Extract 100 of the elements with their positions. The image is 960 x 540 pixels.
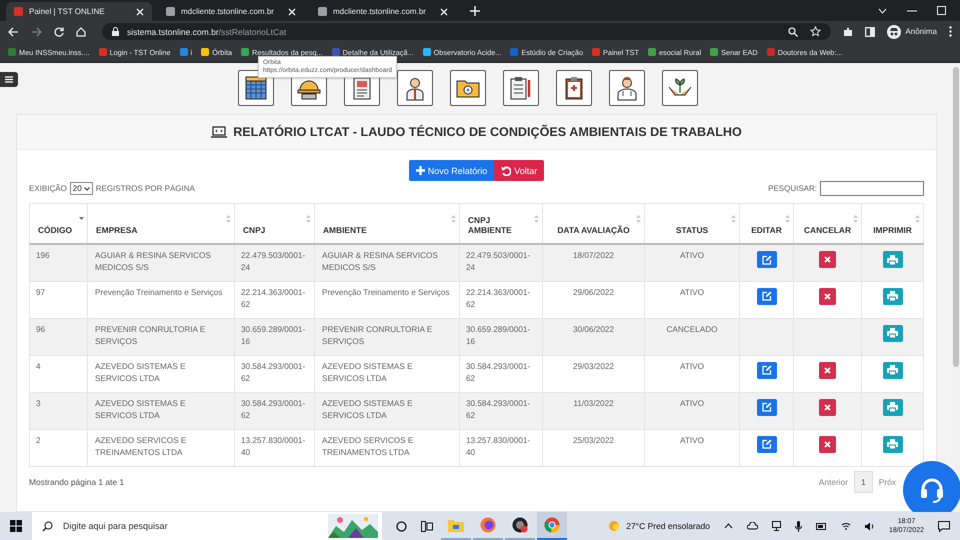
- close-icon[interactable]: [288, 8, 296, 16]
- start-icon[interactable]: [10, 520, 22, 532]
- edit-icon: [762, 439, 772, 449]
- minimize-icon[interactable]: [907, 10, 917, 12]
- close-icon: [824, 440, 831, 448]
- caret-icon: [84, 186, 90, 190]
- side-panel-icon[interactable]: [865, 26, 876, 36]
- battery-icon[interactable]: [816, 522, 827, 530]
- page-size-label: REGISTROS POR PÁGINA: [96, 184, 195, 193]
- close-icon[interactable]: [440, 8, 448, 16]
- reload-icon[interactable]: [54, 26, 64, 36]
- address-field[interactable]: sistema.tstonline.com.br/sstRelatorioLtCat: [102, 23, 832, 40]
- cnpj-cell: 30.584.293/0001-62: [241, 362, 306, 382]
- zoom-icon[interactable]: [788, 26, 798, 36]
- notification-icon[interactable]: [938, 520, 950, 532]
- forward-icon[interactable]: [31, 26, 42, 36]
- edit-button[interactable]: [756, 398, 776, 416]
- column-header[interactable]: EMPRESA: [96, 224, 138, 234]
- chrome-icon: [544, 517, 560, 533]
- printer-icon: [887, 402, 898, 412]
- puzzle-icon[interactable]: [843, 26, 854, 36]
- back-icon[interactable]: [8, 26, 19, 36]
- incognito-icon[interactable]: [887, 24, 902, 38]
- chevron-down-icon[interactable]: [878, 8, 887, 14]
- browser-tab[interactable]: Painel | TST ONLINE: [6, 2, 152, 21]
- doctor-button[interactable]: [608, 70, 644, 106]
- print-button[interactable]: [882, 436, 902, 452]
- cancel-button[interactable]: [819, 362, 836, 378]
- close-icon: [824, 366, 831, 374]
- cancel-button[interactable]: [819, 288, 836, 304]
- edit-button[interactable]: [756, 362, 776, 378]
- edit-button[interactable]: [756, 251, 776, 268]
- back-button[interactable]: Voltar: [494, 160, 544, 181]
- cnpj-cell: 13.257.830/0001-40: [241, 436, 306, 456]
- cancel-button[interactable]: [819, 436, 836, 452]
- firefox-icon: [480, 517, 496, 533]
- checklist-button[interactable]: [502, 70, 538, 106]
- taskbar-search-field[interactable]: Digite aqui para pesquisar: [32, 512, 382, 540]
- scrollbar-thumb[interactable]: [952, 67, 958, 367]
- edit-button[interactable]: [756, 436, 776, 452]
- cancel-button[interactable]: [819, 398, 836, 416]
- cortana-icon[interactable]: [396, 520, 407, 532]
- edit-icon: [762, 402, 772, 412]
- browser-tab[interactable]: mdcliente.tstonline.com.br: [158, 2, 304, 21]
- task-view-icon[interactable]: [421, 520, 433, 532]
- weather-label[interactable]: 27°C Pred ensolarado: [626, 521, 710, 531]
- column-header[interactable]: CANCELAR: [802, 224, 853, 234]
- plant-button[interactable]: [662, 70, 698, 106]
- page-link[interactable]: 1: [854, 470, 873, 492]
- print-button[interactable]: [882, 362, 902, 378]
- printer-icon: [887, 291, 898, 301]
- status-cell: CANCELADO: [666, 324, 718, 334]
- print-button[interactable]: [882, 324, 902, 342]
- column-header[interactable]: CÓDIGO: [38, 224, 72, 234]
- edit-button[interactable]: [756, 288, 776, 304]
- wifi-icon[interactable]: [840, 522, 851, 530]
- folder-button[interactable]: [450, 70, 486, 106]
- new-tab-icon[interactable]: [470, 6, 480, 16]
- code-cell: 96: [36, 324, 46, 334]
- lock-icon[interactable]: [112, 27, 119, 36]
- close-icon[interactable]: [136, 8, 144, 16]
- microphone-icon[interactable]: [794, 520, 802, 532]
- print-button[interactable]: [882, 251, 902, 268]
- page-link[interactable]: Anterior: [812, 472, 854, 492]
- menu-icon: [5, 76, 13, 83]
- close-icon: [824, 404, 831, 410]
- code-cell: 97: [36, 288, 46, 296]
- worker-button[interactable]: [396, 70, 432, 106]
- environment-cell: PREVENIR CONRULTORIA E SERVIÇOS: [322, 324, 432, 346]
- page-size-select[interactable]: 20: [70, 182, 93, 195]
- network-icon[interactable]: [772, 521, 781, 531]
- cloud-icon[interactable]: [746, 522, 758, 530]
- column-header[interactable]: EDITAR: [748, 224, 785, 234]
- close-icon: [824, 256, 831, 263]
- column-header[interactable]: AMBIENTE: [323, 224, 367, 234]
- cancel-button[interactable]: [819, 251, 836, 268]
- column-header[interactable]: CNPJ: [243, 224, 266, 234]
- page-link[interactable]: Próx: [872, 472, 902, 492]
- page-size-label: EXIBIÇÃO: [29, 184, 67, 193]
- print-button[interactable]: [882, 398, 902, 416]
- print-button[interactable]: [882, 288, 902, 304]
- code-cell: 3: [36, 398, 41, 408]
- column-header[interactable]: IMPRIMIR: [870, 224, 915, 234]
- star-icon[interactable]: [810, 26, 822, 37]
- more-icon[interactable]: [949, 26, 952, 37]
- maximize-icon[interactable]: [937, 6, 946, 15]
- home-icon[interactable]: [76, 26, 86, 36]
- new-report-button[interactable]: Novo Relatório: [408, 160, 494, 181]
- menu-button[interactable]: [0, 72, 18, 87]
- speaker-icon[interactable]: [864, 522, 875, 530]
- code-cell: 4: [36, 362, 41, 370]
- clipboard-button[interactable]: [556, 70, 592, 106]
- cnpj-cell: 30.659.289/0001-16: [466, 324, 530, 346]
- folder-icon: [448, 518, 464, 532]
- search-field[interactable]: [820, 181, 924, 196]
- laptop-icon: [211, 126, 228, 138]
- cnpj-cell: 30.584.293/0001-62: [241, 398, 306, 420]
- close-icon: [824, 292, 831, 300]
- chevron-up-icon[interactable]: [724, 523, 733, 529]
- browser-tab[interactable]: mdcliente.tstonline.com.br: [310, 2, 456, 21]
